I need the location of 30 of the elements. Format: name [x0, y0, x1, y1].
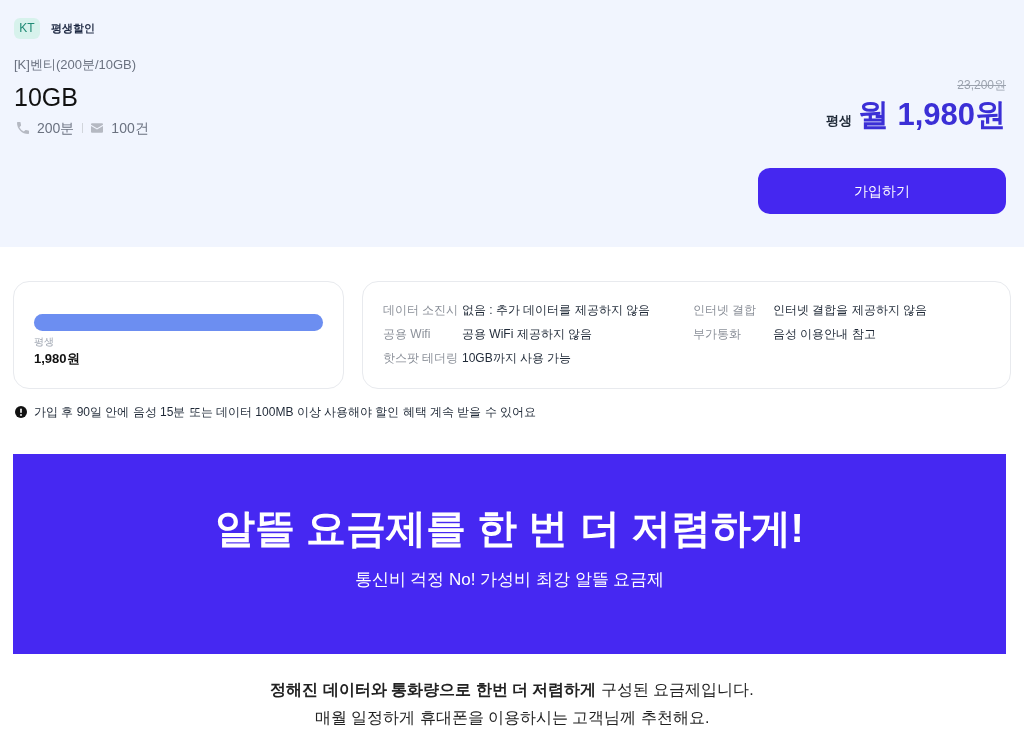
description-text: 정해진 데이터와 통화량으로 한번 더 저렴하게 구성된 요금제입니다. [270, 680, 754, 700]
notice-text: 가입 후 90일 안에 음성 15분 또는 데이터 100MB 이상 사용해야 할인 혜택 계속 받을 수 있어요 [34, 404, 537, 420]
warning-icon [15, 406, 27, 418]
detail-label: 데이터 소진시 [383, 302, 459, 319]
data-amount: 10GB [14, 81, 78, 113]
phone-icon [17, 122, 29, 134]
period-amount: 1,980원 [34, 350, 80, 368]
envelope-icon [91, 123, 104, 133]
description-text: 매월 일정하게 휴대폰을 이용하시는 고객님께 추천해요. [314, 708, 710, 728]
monthly-price: 월 1,980원 [857, 96, 1006, 134]
detail-label: 핫스팟 테더링 [383, 350, 459, 367]
detail-value: 없음 : 추가 데이터를 제공하지 않음 [462, 302, 650, 319]
carrier-badge: KT [14, 17, 40, 39]
price-label: 평생 [825, 112, 852, 130]
spec-text: 100건 [111, 118, 149, 138]
period-label: 평생 [34, 335, 54, 348]
spec-text: 200분 [37, 118, 75, 138]
detail-label: 공용 Wifi [383, 326, 431, 343]
detail-value: 공용 WiFi 제공하지 않음 [462, 326, 592, 343]
detail-value: 인터넷 결합을 제공하지 않음 [773, 302, 927, 319]
detail-label: 인터넷 결합 [693, 302, 757, 319]
detail-label: 부가통화 [693, 326, 741, 343]
discount-tag: 평생할인 [46, 17, 100, 40]
join-button[interactable]: 가입하기 [758, 168, 1006, 214]
original-price: 23,200원 [957, 77, 1006, 93]
detail-value: 음성 이용안내 참고 [773, 326, 876, 343]
banner-subtitle: 통신비 걱정 No! 가성비 최강 알뜰 요금제 [354, 569, 665, 591]
banner-title: 알뜰 요금제를 한 번 더 저렴하게! [215, 505, 804, 552]
plan-name: [K]벤티(200분/10GB) [14, 55, 137, 74]
detail-value: 10GB까지 사용 가능 [462, 350, 572, 367]
